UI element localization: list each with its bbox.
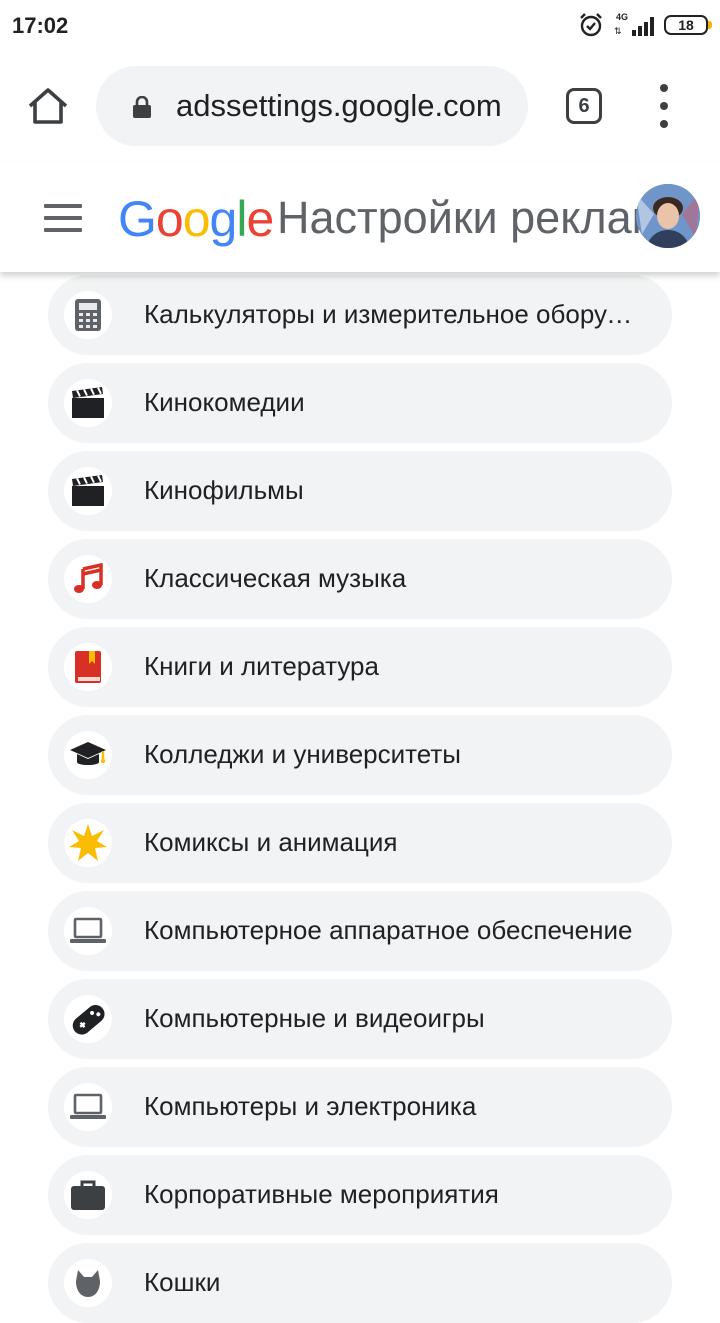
laptop-icon [70,917,106,943]
status-time: 17:02 [12,13,69,38]
home-icon[interactable] [26,86,70,126]
logo-letter: e [246,191,274,247]
lock-icon [133,96,151,118]
star-burst-icon [69,824,107,861]
cat-icon [76,1270,100,1297]
list-item[interactable]: Корпоративные мероприятия [48,1155,672,1235]
url-text: adssettings.google.com [176,88,502,123]
google-logo[interactable]: Google [118,190,274,248]
topic-label: Книги и литература [144,651,379,681]
topic-label: Комиксы и анимация [144,827,398,857]
status-bar: 17:02 4G ⇅ 18 [0,0,720,50]
list-item[interactable]: Колледжи и университеты [48,715,672,795]
book-icon [75,651,101,683]
graduation-cap-icon [70,742,106,765]
network-type: 4G [616,12,629,22]
list-item[interactable]: Классическая музыка [48,539,672,619]
music-note-icon [74,563,103,593]
clapperboard-icon [72,475,104,506]
topic-label: Кинофильмы [144,475,304,505]
signal-icon: 4G ⇅ [614,12,654,38]
briefcase-icon [71,1180,105,1210]
avatar[interactable] [636,184,700,248]
list-item[interactable]: Компьютеры и электроника [48,1067,672,1147]
topic-label: Колледжи и университеты [144,739,461,769]
calculator-icon [75,299,101,331]
topic-label: Компьютеры и электроника [144,1091,477,1121]
list-item[interactable]: Кинокомедии [48,363,672,443]
status-icons: 4G ⇅ 18 [578,11,712,39]
topic-label: Корпоративные мероприятия [144,1179,499,1209]
browser-toolbar: adssettings.google.com 6 [0,50,720,162]
list-item[interactable]: Книги и литература [48,627,672,707]
logo-letter: G [118,191,157,247]
list-item[interactable]: Комиксы и анимация [48,803,672,883]
clapperboard-icon [72,387,104,418]
page-title: Настройки рекламы [277,192,695,243]
topic-label: Классическая музыка [144,563,407,593]
topic-label: Компьютерное аппаратное обеспечение [144,915,633,945]
list-item[interactable]: Кинофильмы [48,451,672,531]
topic-label: Кинокомедии [144,387,305,417]
list-item[interactable]: Компьютерное аппаратное обеспечение [48,891,672,971]
overflow-menu-icon[interactable] [654,84,674,128]
page-header: Google Настройки рекламы [0,162,720,272]
logo-letter: g [209,191,238,247]
alarm-icon [580,13,602,37]
list-item[interactable]: Компьютерные и видеоигры [48,979,672,1059]
gamepad-icon [72,1004,105,1035]
topic-label: Кошки [144,1267,221,1297]
hamburger-menu-icon[interactable] [44,204,82,232]
topic-label: Калькуляторы и измерительное оборудовани… [144,299,644,329]
list-item[interactable]: Кошки [48,1243,672,1323]
laptop-icon [70,1093,106,1119]
address-bar[interactable]: adssettings.google.com [96,66,528,146]
topic-label: Компьютерные и видеоигры [144,1003,485,1033]
tab-switcher-button[interactable]: 6 [566,88,602,124]
logo-letter: o [182,191,211,247]
battery-icon: 18 [664,15,712,35]
list-item[interactable]: Калькуляторы и измерительное оборудовани… [48,275,672,355]
battery-level: 18 [678,17,694,33]
logo-letter: o [155,191,184,247]
logo-letter: l [236,191,247,247]
